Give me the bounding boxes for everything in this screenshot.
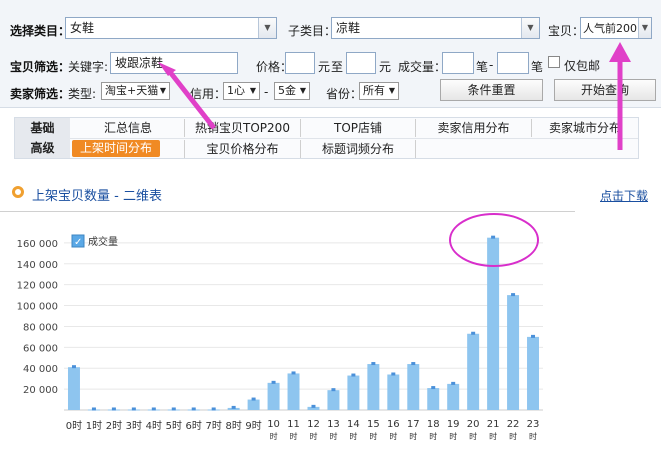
highlight-circle	[449, 213, 539, 267]
annotation-overlay	[158, 42, 631, 267]
arrow-icon	[168, 70, 216, 130]
